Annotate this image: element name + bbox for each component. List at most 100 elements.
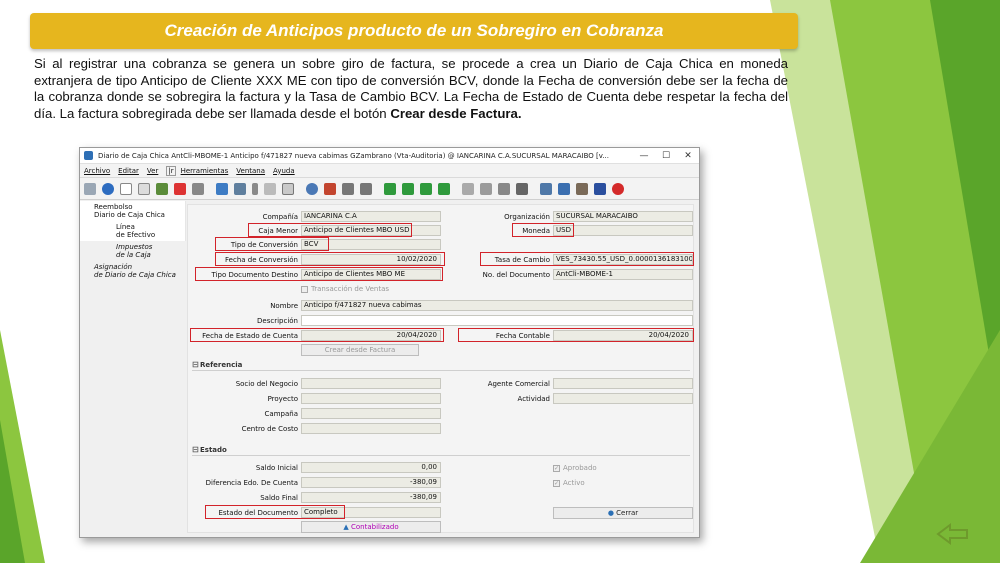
campana-label: Campaña bbox=[264, 410, 298, 418]
socio-label: Socio del Negocio bbox=[235, 380, 298, 388]
actividad-field[interactable] bbox=[553, 393, 693, 404]
collapse-icon: ⊟ bbox=[192, 445, 199, 454]
workflow-icon[interactable] bbox=[594, 182, 606, 195]
tasa-highlight bbox=[480, 252, 694, 266]
product-info-icon[interactable] bbox=[576, 182, 588, 195]
toolbar bbox=[80, 178, 699, 200]
compania-field[interactable]: IANCARINA C.A bbox=[301, 211, 441, 222]
print-document-icon[interactable] bbox=[516, 182, 528, 195]
menu-archivo[interactable]: Archivo bbox=[84, 167, 110, 175]
diferencia-label: Diferencia Edo. De Cuenta bbox=[205, 479, 298, 487]
maximize-button[interactable]: ☐ bbox=[655, 151, 677, 161]
aprobado-label: Aprobado bbox=[563, 464, 597, 472]
attachment-icon[interactable] bbox=[252, 182, 258, 195]
menu-editar[interactable]: Editar bbox=[118, 167, 139, 175]
estado-title: Estado bbox=[200, 446, 227, 454]
tab-impuestos-caja[interactable]: Impuestos de la Caja bbox=[80, 241, 186, 261]
socio-field[interactable] bbox=[301, 378, 441, 389]
tab-reembolso[interactable]: Reembolso Diario de Caja Chica bbox=[80, 201, 186, 221]
organizacion-field[interactable]: SUCURSAL MARACAIBO bbox=[553, 211, 693, 222]
refresh-icon[interactable] bbox=[216, 182, 228, 195]
posted-icon: ▲ bbox=[343, 523, 349, 531]
activo-checkbox[interactable]: ✓ Activo bbox=[553, 479, 585, 487]
find-icon[interactable] bbox=[234, 182, 246, 195]
last-record-icon[interactable] bbox=[438, 182, 450, 195]
previous-record-icon[interactable] bbox=[402, 182, 414, 195]
transaccion-ventas-checkbox[interactable]: Transacción de Ventas bbox=[301, 285, 389, 293]
cerrar-icon: ● bbox=[607, 509, 614, 517]
detail-record-icon[interactable] bbox=[360, 182, 372, 195]
saldo-inicial-field[interactable]: 0,00 bbox=[301, 462, 441, 473]
close-button[interactable]: ✕ bbox=[677, 151, 699, 161]
active-workflows-icon[interactable] bbox=[558, 182, 570, 195]
nombre-label: Nombre bbox=[270, 302, 298, 310]
referencia-section[interactable]: ⊟ Referencia bbox=[192, 359, 690, 371]
contabilizado-button[interactable]: ▲ Contabilizado bbox=[301, 521, 441, 533]
fecha-contable-highlight bbox=[458, 328, 694, 342]
saldo-inicial-label: Saldo Inicial bbox=[255, 464, 298, 472]
transaccion-ventas-label: Transacción de Ventas bbox=[311, 285, 390, 293]
cerrar-button[interactable]: ● Cerrar bbox=[553, 507, 693, 519]
agente-label: Agente Comercial bbox=[487, 380, 550, 388]
compania-label: Compañía bbox=[262, 213, 298, 221]
saldo-final-label: Saldo Final bbox=[260, 494, 298, 502]
app-window: Diario de Caja Chica AntCli-MBOME-1 Anti… bbox=[79, 147, 700, 538]
app-icon bbox=[84, 151, 93, 160]
moneda-highlight bbox=[512, 223, 574, 237]
back-arrow-icon[interactable] bbox=[936, 523, 970, 545]
zoom-across-icon[interactable] bbox=[540, 182, 552, 195]
next-record-icon[interactable] bbox=[420, 182, 432, 195]
proyecto-field[interactable] bbox=[301, 393, 441, 404]
tipo-documento-highlight bbox=[195, 267, 443, 281]
slide-title: Creación de Anticipos producto de un Sob… bbox=[164, 21, 664, 40]
aprobado-check-icon: ✓ bbox=[553, 464, 560, 472]
estado-section[interactable]: ⊟ Estado bbox=[192, 444, 690, 456]
parent-record-icon[interactable] bbox=[342, 182, 354, 195]
grid-toggle-icon[interactable] bbox=[282, 182, 294, 195]
moneda-field[interactable]: USD bbox=[553, 225, 693, 236]
archived-docs-icon[interactable] bbox=[480, 182, 492, 195]
slide-paragraph: Si al registrar una cobranza se genera u… bbox=[34, 56, 788, 122]
paragraph-bold-text: Crear desde Factura. bbox=[390, 105, 522, 121]
proyecto-label: Proyecto bbox=[267, 395, 298, 403]
descripcion-field[interactable] bbox=[301, 315, 693, 326]
cerrar-label: Cerrar bbox=[616, 509, 639, 517]
agente-field[interactable] bbox=[553, 378, 693, 389]
nombre-field[interactable]: Anticipo f/471827 nueva cabimas bbox=[301, 300, 693, 311]
home-icon[interactable] bbox=[324, 182, 336, 195]
menu-ver[interactable]: Ver bbox=[147, 167, 158, 175]
campana-field[interactable] bbox=[301, 408, 441, 419]
report-icon[interactable] bbox=[462, 182, 474, 195]
nodoc-field[interactable]: AntCli-MBOME-1 bbox=[553, 269, 693, 280]
aprobado-checkbox[interactable]: ✓ Aprobado bbox=[553, 464, 597, 472]
centro-field[interactable] bbox=[301, 423, 441, 434]
estado-documento-highlight bbox=[205, 505, 345, 519]
crear-desde-factura-label: Crear desde Factura bbox=[324, 346, 396, 354]
form-content: Compañía IANCARINA C.A Organización SUCU… bbox=[187, 204, 694, 533]
print-icon[interactable] bbox=[192, 182, 204, 195]
collapse-icon: ⊟ bbox=[192, 360, 199, 369]
undo-icon[interactable] bbox=[84, 182, 96, 195]
window-titlebar: Diario de Caja Chica AntCli-MBOME-1 Anti… bbox=[80, 148, 699, 164]
tab-asignacion[interactable]: Asignación de Diario de Caja Chica bbox=[80, 261, 186, 281]
new-record-icon[interactable] bbox=[120, 182, 132, 195]
menu-ayuda[interactable]: Ayuda bbox=[273, 167, 295, 175]
tab-linea-efectivo[interactable]: Línea de Efectivo bbox=[80, 221, 186, 241]
preview-icon[interactable] bbox=[498, 182, 510, 195]
help-icon[interactable] bbox=[102, 182, 114, 195]
copy-record-icon[interactable] bbox=[138, 182, 150, 195]
minimize-button[interactable]: — bbox=[633, 151, 655, 161]
diferencia-field[interactable]: -380,09 bbox=[301, 477, 441, 488]
crear-desde-factura-button[interactable]: Crear desde Factura bbox=[301, 344, 419, 356]
menu-herramientas[interactable]: Herramientas bbox=[181, 167, 229, 175]
save-icon[interactable] bbox=[156, 182, 168, 195]
history-icon[interactable] bbox=[306, 182, 318, 195]
first-record-icon[interactable] bbox=[384, 182, 396, 195]
menu-ventana[interactable]: Ventana bbox=[236, 167, 265, 175]
saldo-final-field[interactable]: -380,09 bbox=[301, 492, 441, 503]
delete-icon[interactable] bbox=[174, 182, 186, 195]
chat-icon[interactable] bbox=[264, 182, 276, 195]
contabilizado-label: Contabilizado bbox=[351, 523, 399, 531]
menu-separator: |r bbox=[166, 165, 176, 176]
exit-icon[interactable] bbox=[612, 182, 624, 195]
